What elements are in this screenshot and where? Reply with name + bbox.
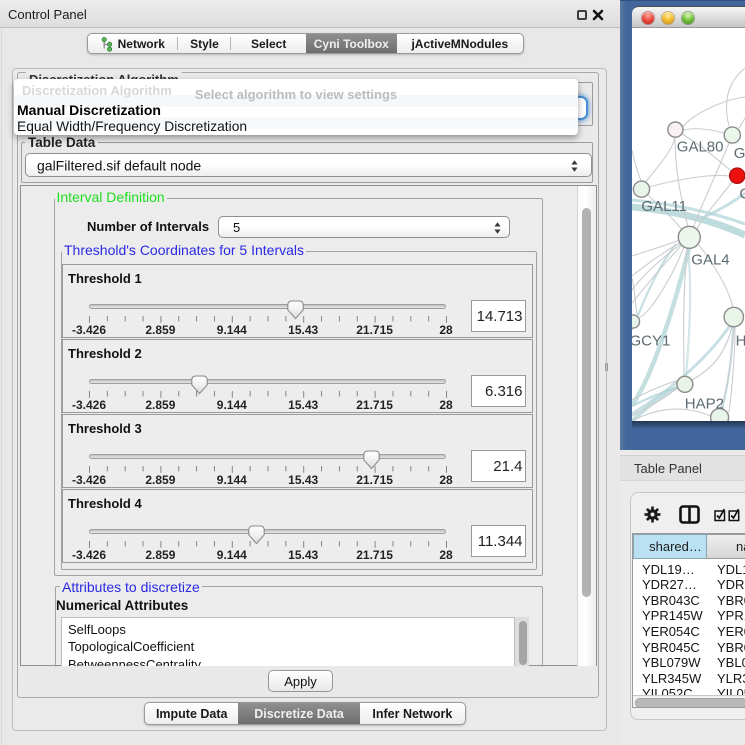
- svg-text:GAL: GAL: [734, 145, 745, 162]
- svg-text:HAP2: HAP2: [685, 396, 724, 413]
- svg-text:GCY1: GCY1: [632, 333, 670, 350]
- svg-text:GAL11: GAL11: [641, 198, 687, 215]
- svg-text:H: H: [736, 333, 745, 350]
- svg-text:GAL80: GAL80: [677, 138, 724, 155]
- svg-text:C: C: [739, 186, 745, 203]
- svg-text:GAL4: GAL4: [691, 251, 729, 268]
